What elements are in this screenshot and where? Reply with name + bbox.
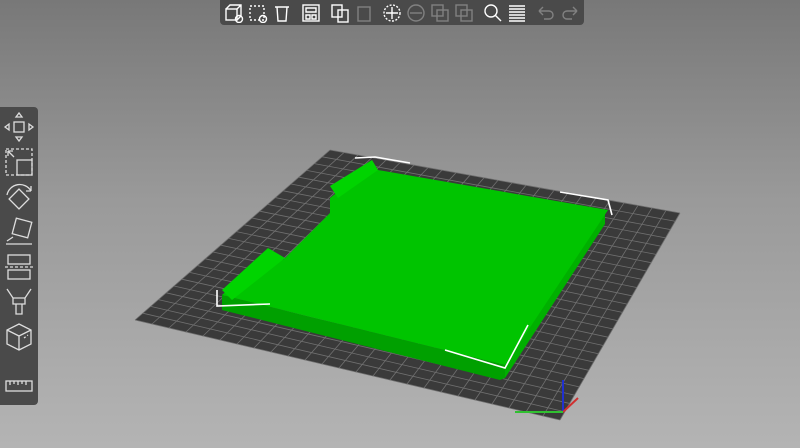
3d-viewport[interactable] [0, 0, 800, 448]
paste-icon[interactable] [354, 2, 374, 24]
top-toolbar [220, 0, 584, 25]
delete-all-icon[interactable] [272, 2, 292, 24]
scale-icon[interactable] [2, 145, 36, 179]
move-icon[interactable] [2, 110, 36, 144]
copy-icon[interactable] [330, 2, 350, 24]
rotate-icon[interactable] [2, 180, 36, 214]
undo-icon[interactable] [536, 2, 556, 24]
cut-icon[interactable] [2, 250, 36, 284]
layers-icon[interactable] [507, 2, 527, 24]
redo-icon[interactable] [560, 2, 580, 24]
place-on-face-icon[interactable] [2, 215, 36, 249]
left-toolbar [0, 107, 38, 405]
remove-instance-icon[interactable] [406, 2, 426, 24]
measure-icon[interactable] [2, 369, 36, 403]
seam-icon[interactable] [2, 320, 36, 354]
add-instance-icon[interactable] [382, 2, 402, 24]
split-objects-icon[interactable] [430, 2, 450, 24]
split-parts-icon[interactable] [454, 2, 474, 24]
delete-icon[interactable] [248, 2, 268, 24]
arrange-icon[interactable] [301, 2, 321, 24]
search-icon[interactable] [483, 2, 503, 24]
add-icon[interactable] [224, 2, 244, 24]
paint-supports-icon[interactable] [2, 285, 36, 319]
